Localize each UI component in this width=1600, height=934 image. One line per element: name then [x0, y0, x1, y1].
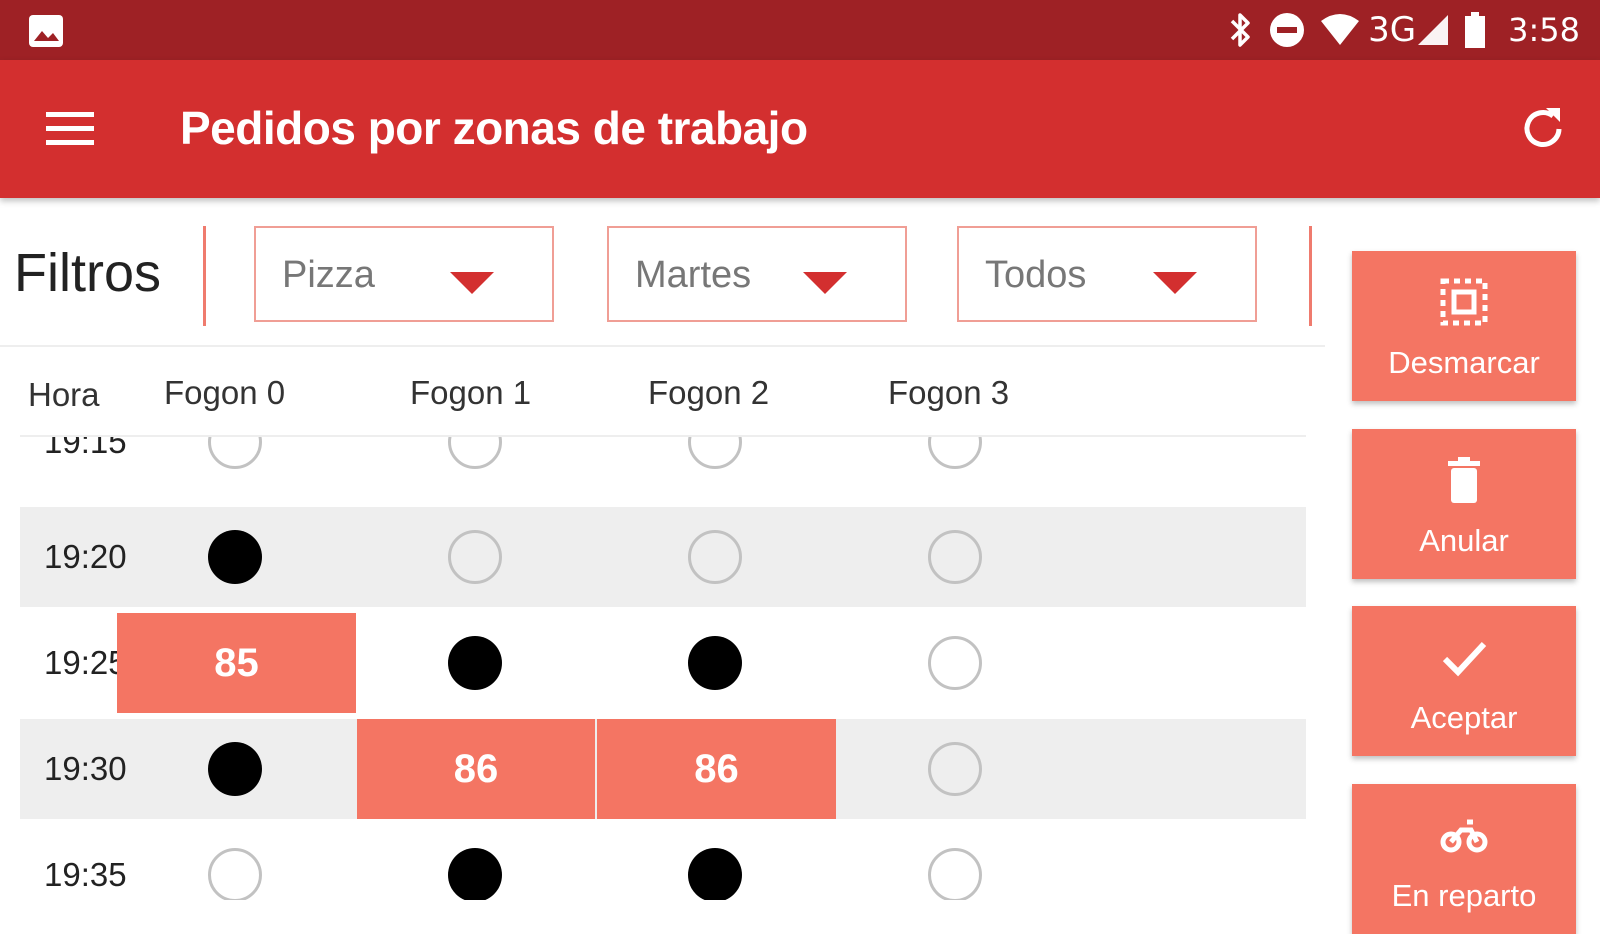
row-time: 19:35	[44, 856, 127, 893]
battery-icon	[1465, 12, 1486, 48]
slot-empty[interactable]	[208, 437, 262, 469]
slot-empty[interactable]	[928, 742, 982, 796]
filters-label: Filtros	[14, 243, 161, 303]
en-reparto-button[interactable]: En reparto	[1352, 784, 1576, 934]
slot-empty[interactable]	[208, 848, 262, 900]
slot-empty[interactable]	[448, 530, 502, 584]
chevron-down-icon	[803, 272, 847, 294]
image-icon	[29, 15, 63, 47]
aceptar-label: Aceptar	[1410, 700, 1518, 735]
clock: 3:58	[1508, 11, 1580, 49]
row-time: 19:15	[44, 437, 127, 460]
slot-empty[interactable]	[928, 636, 982, 690]
slot-filled[interactable]	[208, 530, 262, 584]
zone-dropdown[interactable]: Pizza	[254, 226, 554, 322]
check-icon	[1442, 641, 1487, 677]
day-dropdown-value: Martes	[635, 254, 752, 296]
slot-empty[interactable]	[928, 848, 982, 900]
chevron-down-icon	[1153, 272, 1197, 294]
motorbike-icon	[1440, 819, 1488, 853]
header-fogon-0: Fogon 0	[164, 374, 286, 411]
refresh-icon[interactable]	[1516, 102, 1570, 156]
hamburger-menu-icon[interactable]	[40, 104, 100, 154]
zone-dropdown-value: Pizza	[282, 254, 375, 296]
aceptar-button[interactable]: Aceptar	[1352, 606, 1576, 756]
status-bar: 3G 3:58	[0, 0, 1600, 60]
slot-empty[interactable]	[928, 530, 982, 584]
filter-separator	[1309, 226, 1312, 326]
filter-separator	[203, 226, 206, 326]
order-block[interactable]: 86	[597, 719, 836, 819]
desmarcar-label: Desmarcar	[1388, 345, 1540, 380]
do-not-disturb-icon	[1270, 13, 1305, 47]
slot-empty[interactable]	[928, 437, 982, 469]
table-row: 19:35	[20, 825, 1306, 900]
table-row: 19:25 85	[20, 613, 1306, 713]
day-dropdown[interactable]: Martes	[607, 226, 907, 322]
row-time: 19:30	[44, 750, 127, 787]
slot-filled[interactable]	[688, 848, 742, 900]
row-time: 19:25	[44, 644, 127, 681]
header-hora: Hora	[28, 376, 100, 413]
status-dropdown-value: Todos	[985, 254, 1087, 296]
page-title: Pedidos por zonas de trabajo	[180, 102, 808, 154]
header-fogon-1: Fogon 1	[410, 374, 532, 411]
slot-filled[interactable]	[208, 742, 262, 796]
anular-button[interactable]: Anular	[1352, 429, 1576, 579]
order-block[interactable]: 86	[357, 719, 595, 819]
table-row: 19:20	[20, 507, 1306, 607]
en-reparto-label: En reparto	[1391, 878, 1537, 913]
chevron-down-icon	[450, 272, 494, 294]
order-block[interactable]: 85	[117, 613, 356, 713]
row-time: 19:20	[44, 538, 127, 575]
app-bar: Pedidos por zonas de trabajo	[0, 60, 1600, 198]
slot-filled[interactable]	[688, 636, 742, 690]
slot-filled[interactable]	[448, 636, 502, 690]
slot-empty[interactable]	[448, 437, 502, 469]
schedule-table: 19:15 19:20 19:25 85 19:30 86 86 19:35	[0, 437, 1330, 900]
select-all-icon	[1440, 278, 1488, 326]
anular-label: Anular	[1419, 523, 1509, 558]
trash-icon	[1448, 457, 1480, 503]
network-type: 3G	[1368, 10, 1417, 50]
header-fogon-2: Fogon 2	[648, 374, 770, 411]
status-dropdown[interactable]: Todos	[957, 226, 1257, 322]
slot-filled[interactable]	[448, 848, 502, 900]
slot-empty[interactable]	[688, 530, 742, 584]
divider	[0, 345, 1325, 347]
desmarcar-button[interactable]: Desmarcar	[1352, 251, 1576, 401]
bluetooth-icon	[1230, 13, 1250, 47]
slot-empty[interactable]	[688, 437, 742, 469]
wifi-icon	[1321, 14, 1360, 45]
header-fogon-3: Fogon 3	[888, 374, 1010, 411]
table-row: 19:15	[20, 437, 1306, 492]
table-row: 19:30 86 86	[20, 719, 1306, 819]
signal-icon	[1418, 15, 1449, 45]
